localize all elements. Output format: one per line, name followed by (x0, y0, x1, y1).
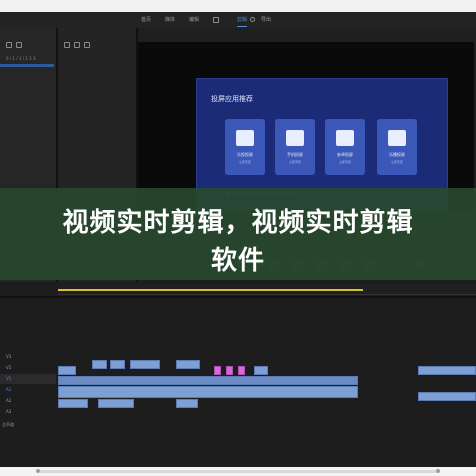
folder-icon[interactable] (6, 42, 12, 48)
track-header[interactable]: 主声道 (0, 420, 56, 430)
app-label: 乐投投屏 (237, 152, 253, 157)
app-sub: 立即安装 (390, 160, 403, 164)
scroll-handle-left[interactable] (36, 469, 40, 473)
search-icon[interactable] (74, 42, 80, 48)
track-header[interactable]: V1 (0, 374, 56, 384)
track-header[interactable]: V3 (0, 352, 56, 362)
menu-bar: 首页 媒体 编辑 剪辑 导出 (0, 12, 476, 28)
panel-divider (0, 296, 476, 298)
menu-item-media[interactable]: 媒体 (165, 16, 175, 23)
list-icon[interactable] (16, 42, 22, 48)
app-sub: 立即安装 (238, 160, 251, 164)
track-header[interactable]: A1 (0, 385, 56, 395)
audio-clip[interactable] (98, 399, 134, 408)
video-clip[interactable] (176, 360, 200, 369)
menu-active-indicator (237, 26, 247, 27)
menu-item-edit[interactable]: 编辑 (189, 16, 199, 23)
app-tile: 手机投屏 立即安装 (275, 119, 315, 175)
video-clip[interactable] (130, 360, 160, 369)
track-header[interactable]: A3 (0, 407, 56, 417)
app-tile: 乐播投屏 立即安装 (377, 119, 417, 175)
banner-title-line2: 软件 (210, 246, 265, 276)
app-sub: 立即安装 (338, 160, 351, 164)
title-banner: 视频实时剪辑，视频实时剪辑 软件 (0, 188, 476, 280)
video-clip[interactable] (58, 366, 76, 375)
title-clip[interactable] (238, 366, 245, 375)
audio-clip[interactable] (58, 386, 358, 398)
video-clip[interactable] (254, 366, 268, 375)
panel-label: 0 / 1 / 1 / 1 2 3 (6, 56, 36, 61)
menu-item-export[interactable]: 导出 (261, 16, 271, 23)
grid-icon[interactable] (64, 42, 70, 48)
android-icon (336, 130, 354, 146)
app-tile: 安卓投屏 立即安装 (325, 119, 365, 175)
work-area-bar[interactable] (58, 289, 363, 291)
chevron-down-icon[interactable] (250, 17, 255, 22)
app-label: 乐播投屏 (389, 152, 405, 157)
screen-title: 投屏应用推荐 (211, 95, 253, 103)
settings-icon[interactable] (84, 42, 90, 48)
banner-title-line1: 视频实时剪辑，视频实时剪辑 (62, 208, 414, 238)
track-header[interactable]: A2 (0, 396, 56, 406)
scroll-handle-right[interactable] (436, 469, 440, 473)
app-sub: 立即安装 (288, 160, 301, 164)
selected-row-highlight[interactable] (0, 64, 54, 67)
menu-icon[interactable] (213, 17, 219, 23)
app-window: 首页 媒体 编辑 剪辑 导出 0 / 1 / 1 / 1 2 3 投屏应用推荐 … (0, 0, 476, 476)
app-tile: 乐投投屏 立即安装 (225, 119, 265, 175)
video-clip[interactable] (418, 366, 476, 375)
track-header[interactable]: V2 (0, 363, 56, 373)
app-label: 安卓投屏 (337, 152, 353, 157)
title-clip[interactable] (226, 366, 233, 375)
timeline-panel: V3 V2 V1 A1 A2 A3 主声道 (0, 282, 476, 467)
audio-clip[interactable] (58, 399, 88, 408)
menu-item-cut[interactable]: 剪辑 (237, 16, 247, 23)
audio-clip[interactable] (176, 399, 198, 408)
app-label: 手机投屏 (287, 152, 303, 157)
horizontal-scrollbar-area (0, 467, 476, 476)
video-clip[interactable] (92, 360, 107, 369)
horizontal-scrollbar[interactable] (40, 470, 440, 473)
audio-clip[interactable] (418, 392, 476, 401)
grid-icon (236, 130, 254, 146)
title-clip[interactable] (214, 366, 221, 375)
menu-item-home[interactable]: 首页 (141, 16, 151, 23)
video-clip[interactable] (58, 376, 358, 385)
banner-title: 视频实时剪辑，视频实时剪辑 软件 (0, 204, 476, 280)
tv-icon (286, 130, 304, 146)
cat-icon (388, 130, 406, 146)
video-clip[interactable] (110, 360, 125, 369)
